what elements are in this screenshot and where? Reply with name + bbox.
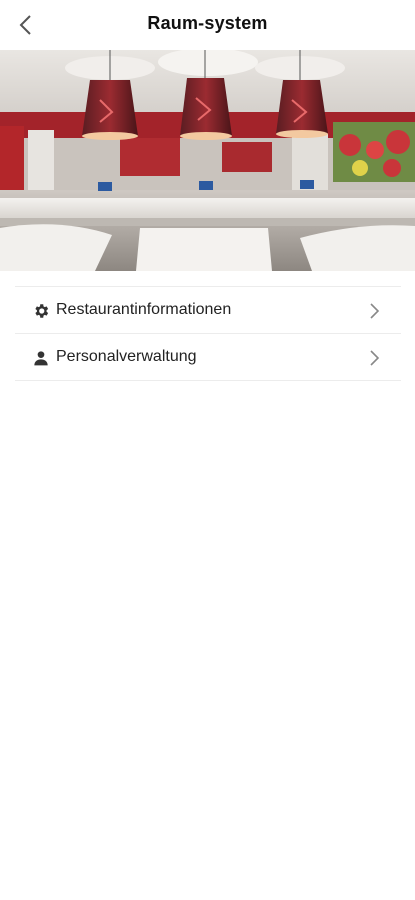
menu-item-label: Personalverwaltung [56, 348, 197, 365]
menu-item-staff-management[interactable]: Personalverwaltung [15, 334, 401, 381]
menu-item-label: Restaurantinformationen [56, 301, 232, 318]
chevron-right-icon [370, 350, 380, 366]
top-bar: Raum-system [0, 0, 415, 50]
chevron-right-icon [370, 303, 380, 319]
settings-menu: Restaurantinformationen Personalverwaltu… [15, 286, 401, 381]
person-icon [32, 349, 50, 367]
menu-item-restaurant-info[interactable]: Restaurantinformationen [15, 287, 401, 334]
page-title: Raum-system [147, 13, 268, 33]
restaurant-banner-image [0, 50, 415, 271]
gear-icon [32, 302, 50, 320]
